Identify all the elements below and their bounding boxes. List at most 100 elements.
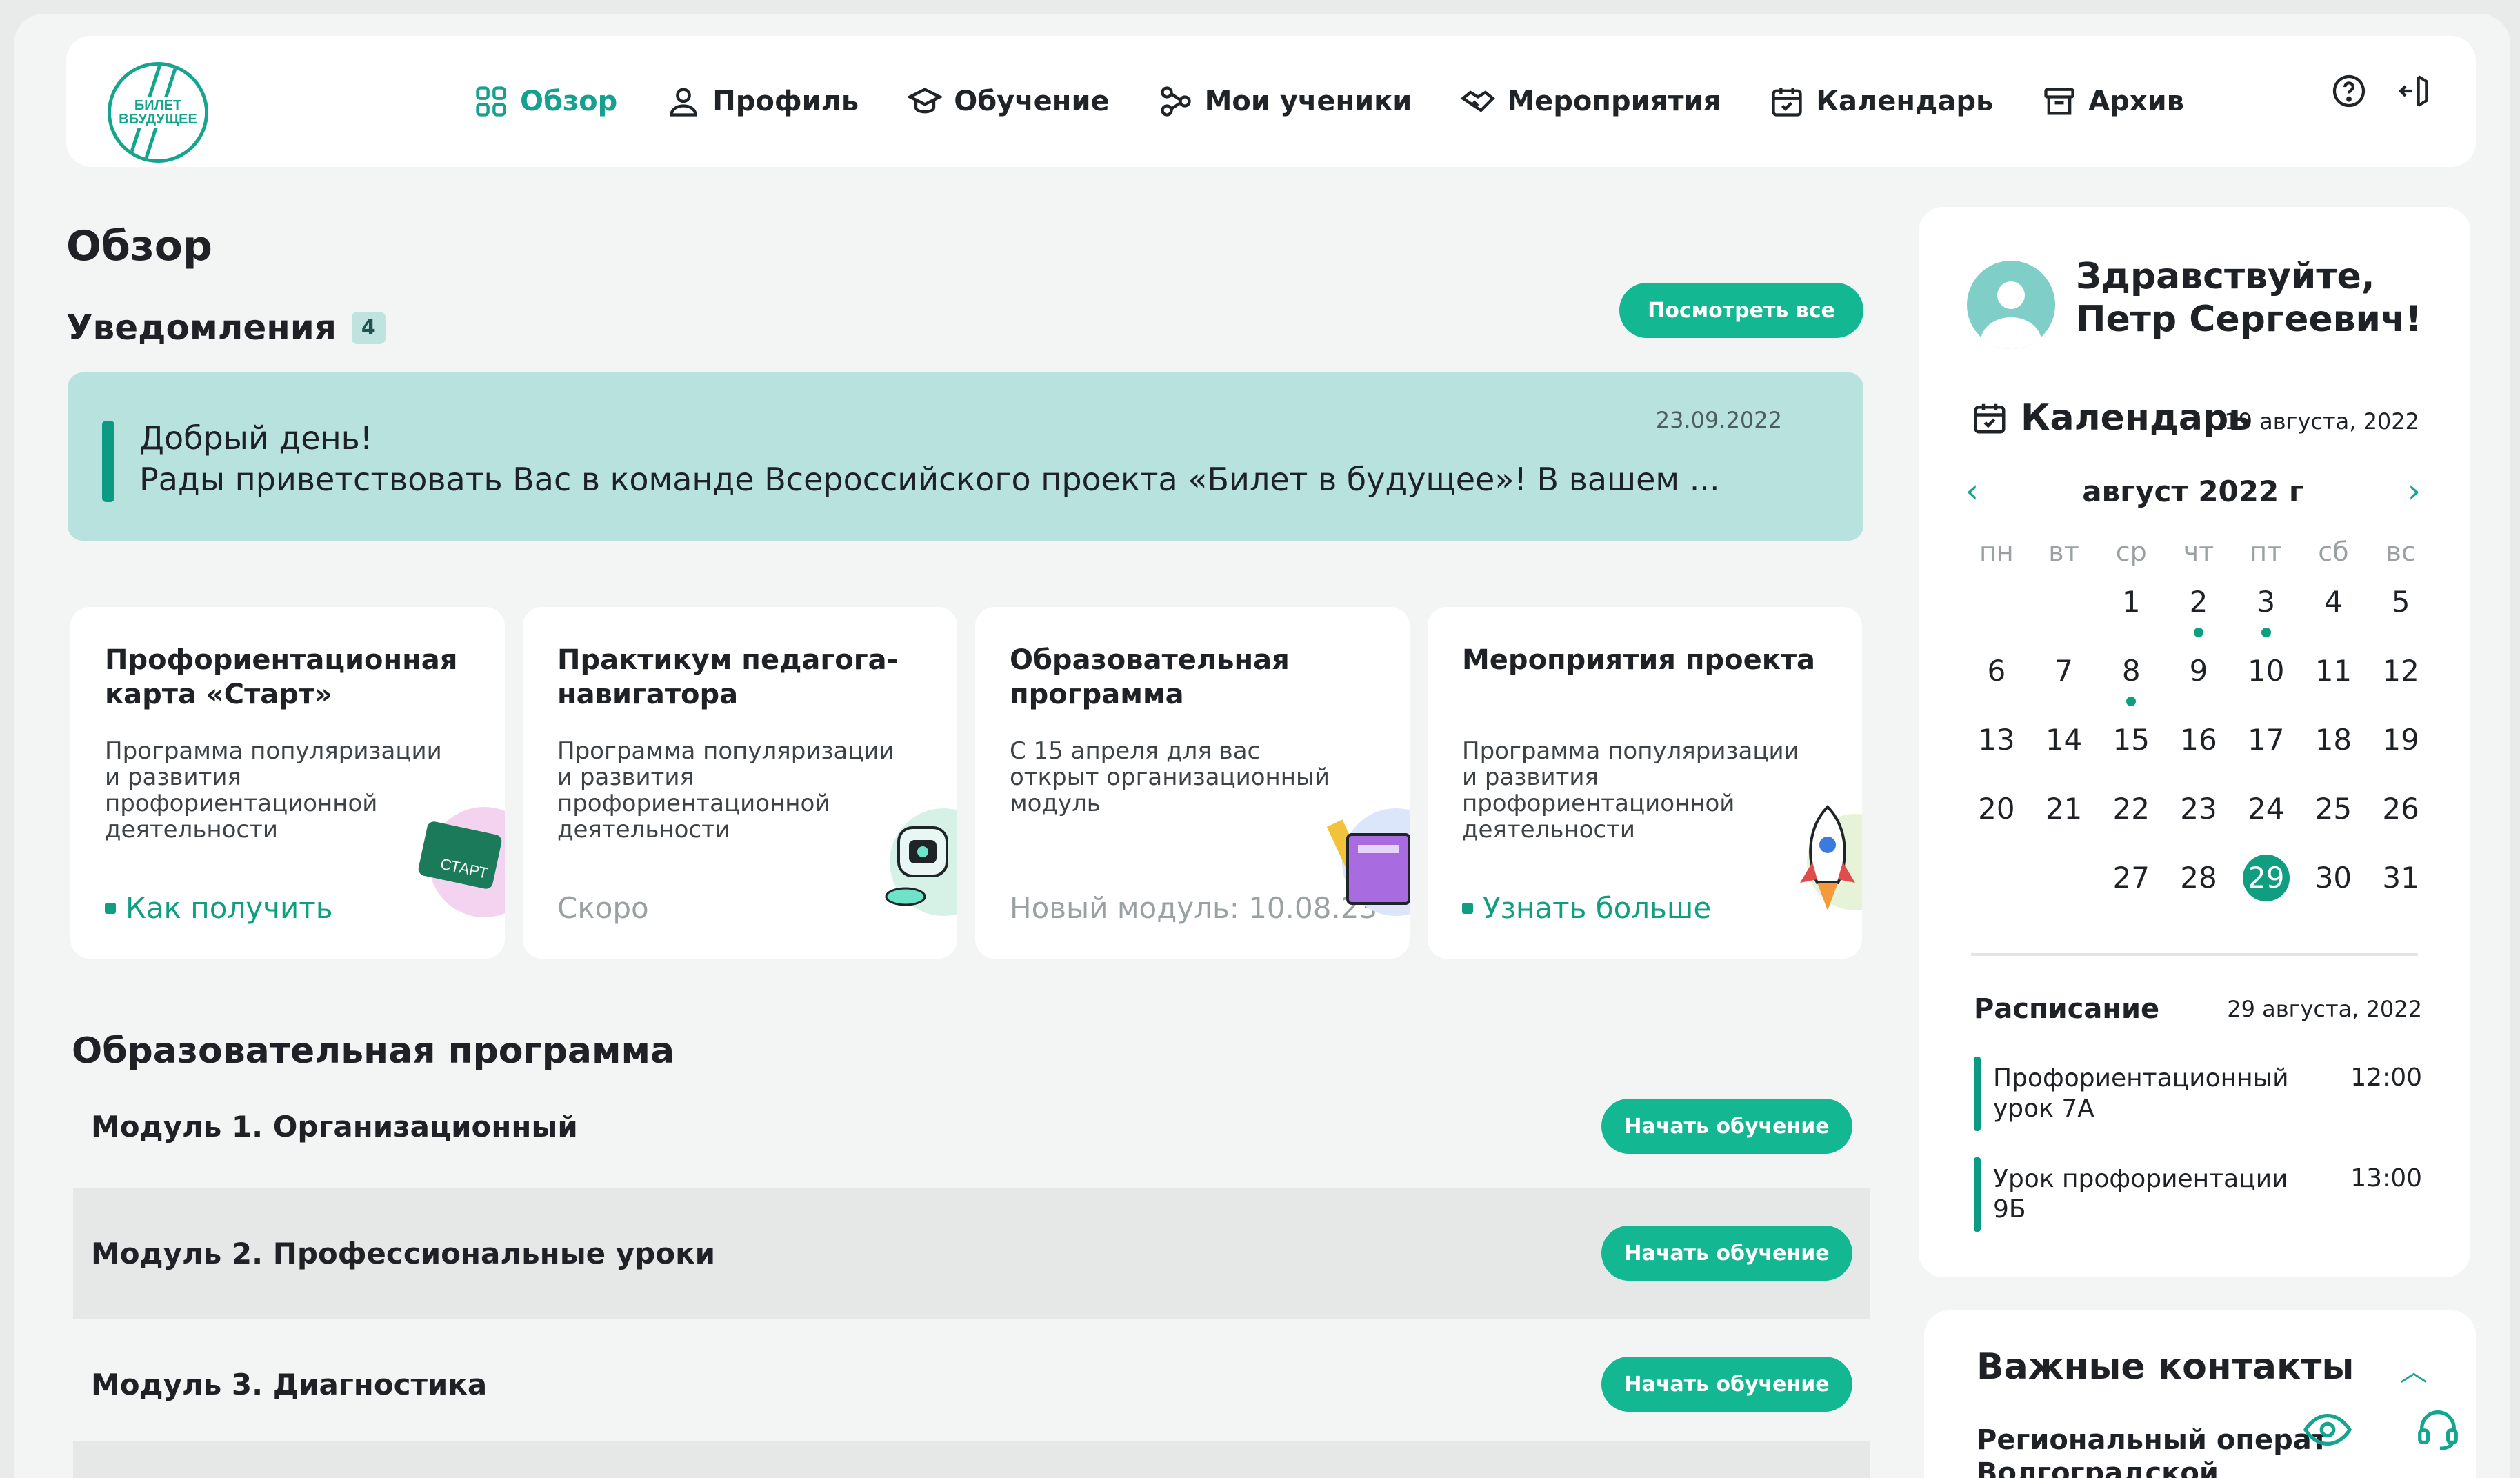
nav-item-students[interactable]: Мои ученики [1158, 83, 1412, 119]
calendar-day[interactable]: 26 [2367, 792, 2434, 840]
nav-label: Календарь [1816, 86, 1994, 117]
nav-item-learning[interactable]: Обучение [907, 83, 1110, 119]
chevron-right-icon[interactable]: › [2408, 472, 2421, 510]
calendar-weekdays: пн вт ср чт пт сб вс [1963, 537, 2434, 567]
nav-item-overview[interactable]: Обзор [473, 83, 617, 119]
calendar-day-number: 18 [2314, 723, 2352, 757]
calendar-empty-cell [1963, 585, 2030, 633]
calendar-day-number: 25 [2314, 792, 2352, 826]
logo-text: БИЛЕТ ВБУДУЩЕЕ [111, 97, 205, 128]
calendar-month: август 2022 г [2082, 474, 2304, 508]
calendar-day[interactable]: 15 [2097, 723, 2165, 771]
calendar-day[interactable]: 19 [2367, 723, 2434, 771]
calendar-day[interactable]: 11 [2300, 654, 2368, 702]
calendar-day[interactable]: 2 [2165, 585, 2232, 637]
calendar-day[interactable]: 21 [2030, 792, 2098, 840]
calendar-day[interactable]: 17 [2232, 723, 2300, 771]
notification-card[interactable]: 23.09.2022 Добрый день! Рады приветствов… [68, 372, 1863, 541]
calendar-day[interactable]: 27 [2097, 861, 2165, 909]
logout-icon[interactable] [2396, 72, 2434, 110]
nav-item-archive[interactable]: Архив [2041, 83, 2184, 119]
calendar-day-number: 4 [2324, 585, 2343, 619]
calendar-day[interactable]: 9 [2165, 654, 2232, 702]
card-education-program[interactable]: Образовательная программа С 15 апреля дл… [975, 607, 1410, 959]
logo[interactable]: БИЛЕТ ВБУДУЩЕЕ [108, 62, 208, 163]
calendar-icon [1772, 88, 1802, 117]
calendar-day[interactable]: 25 [2300, 792, 2368, 840]
calendar-day[interactable]: 30 [2300, 861, 2368, 909]
calendar-day-number: 14 [2045, 723, 2083, 757]
nav-item-events[interactable]: Мероприятия [1460, 83, 1721, 119]
avatar[interactable] [1967, 261, 2055, 349]
card-link[interactable]: Узнать больше [1462, 891, 1711, 925]
nav-item-profile[interactable]: Профиль [666, 83, 859, 119]
calendar-title: Календарь [2021, 397, 2252, 439]
calendar-day[interactable]: 5 [2367, 585, 2434, 633]
calendar-day[interactable]: 12 [2367, 654, 2434, 702]
schedule-item-name: Урок профориентации 9Б [1993, 1165, 2288, 1224]
calendar-day-today[interactable]: 29 [2232, 855, 2300, 909]
calendar-day[interactable]: 31 [2367, 861, 2434, 909]
schedule-title: Расписание [1974, 993, 2160, 1025]
card-description: Программа популяризации и развития профо… [105, 737, 442, 843]
calendar-day[interactable]: 14 [2030, 723, 2098, 771]
calendar-heading: Календарь [1971, 397, 2251, 439]
calendar-day[interactable]: 13 [1963, 723, 2030, 771]
nav-item-calendar[interactable]: Календарь [1769, 83, 1993, 119]
weekday-label: пт [2250, 537, 2283, 567]
notification-text: Рады приветствовать Вас в команде Всерос… [139, 461, 1720, 498]
card-link-label: Как получить [126, 891, 333, 925]
card-description: С 15 апреля для вас открыт организационн… [1010, 737, 1330, 817]
calendar-icon [1974, 403, 2006, 434]
module-row: Модуль 1. Организационный Начать обучени… [73, 1061, 1870, 1192]
support-headset-icon[interactable] [2414, 1404, 2462, 1452]
contacts-operator: Региональный операт Волгоградской област [1977, 1424, 2328, 1478]
start-learning-button[interactable]: Начать обучение [1601, 1357, 1852, 1412]
calendar-day-number: 30 [2314, 861, 2352, 895]
start-learning-button[interactable]: Начать обучение [1601, 1226, 1852, 1281]
schedule-item[interactable]: Профориентационный урок 7А 12:00 [1974, 1057, 2422, 1131]
card-description: Программа популяризации и развития профо… [557, 737, 894, 843]
card-navigator-practicum[interactable]: Практикум педагога-навигатора Программа … [523, 607, 957, 959]
header-actions [2330, 72, 2434, 110]
calendar-day[interactable]: 7 [2030, 654, 2098, 702]
calendar-day[interactable]: 16 [2165, 723, 2232, 771]
nav-label: Мероприятия [1507, 86, 1721, 117]
calendar-day[interactable]: 6 [1963, 654, 2030, 702]
calendar-day[interactable]: 22 [2097, 792, 2165, 840]
calendar-day[interactable]: 28 [2165, 861, 2232, 909]
schedule-item[interactable]: Урок профориентации 9Б 13:00 [1974, 1157, 2422, 1232]
divider [1971, 953, 2418, 956]
schedule-item-time: 13:00 [2350, 1164, 2422, 1192]
event-dot [2126, 697, 2137, 706]
chevron-up-icon[interactable]: ︿ [2400, 1349, 2428, 1389]
card-title: Практикум педагога-навигатора [557, 644, 899, 710]
view-all-button[interactable]: Посмотреть все [1619, 283, 1863, 338]
calendar-empty-cell [2030, 585, 2098, 633]
card-start-map[interactable]: Профориентационная карта «Старт» Програм… [70, 607, 505, 959]
card-project-events[interactable]: Мероприятия проекта Программа популяриза… [1428, 607, 1862, 959]
calendar-day-number: 16 [2180, 723, 2217, 757]
start-learning-button[interactable]: Начать обучение [1601, 1099, 1852, 1154]
calendar-day[interactable]: 3 [2232, 585, 2300, 637]
calendar-day[interactable]: 23 [2165, 792, 2232, 840]
calendar-day[interactable]: 10 [2232, 654, 2300, 702]
chevron-left-icon[interactable]: ‹ [1966, 472, 1979, 510]
calendar-day[interactable]: 1 [2097, 585, 2165, 633]
calendar-day[interactable]: 20 [1963, 792, 2030, 840]
card-title: Образовательная программа [1010, 644, 1290, 710]
books-illustration [1326, 808, 1410, 916]
help-icon[interactable] [2330, 72, 2368, 110]
calendar-day[interactable]: 18 [2300, 723, 2368, 771]
handshake-icon [1461, 90, 1496, 112]
robot-illustration [885, 808, 957, 916]
module-row: Модуль 2. Профессиональные уроки Начать … [73, 1188, 1870, 1319]
calendar-day-number: 26 [2382, 792, 2419, 826]
card-link[interactable]: Как получить [105, 891, 332, 925]
calendar-day[interactable]: 4 [2300, 585, 2368, 633]
eye-icon[interactable] [2303, 1411, 2352, 1448]
calendar-current-date: 19 августа, 2022 [2224, 408, 2419, 435]
calendar-day[interactable]: 8 [2097, 654, 2165, 706]
calendar-day[interactable]: 24 [2232, 792, 2300, 840]
card-status: Скоро [557, 891, 649, 925]
